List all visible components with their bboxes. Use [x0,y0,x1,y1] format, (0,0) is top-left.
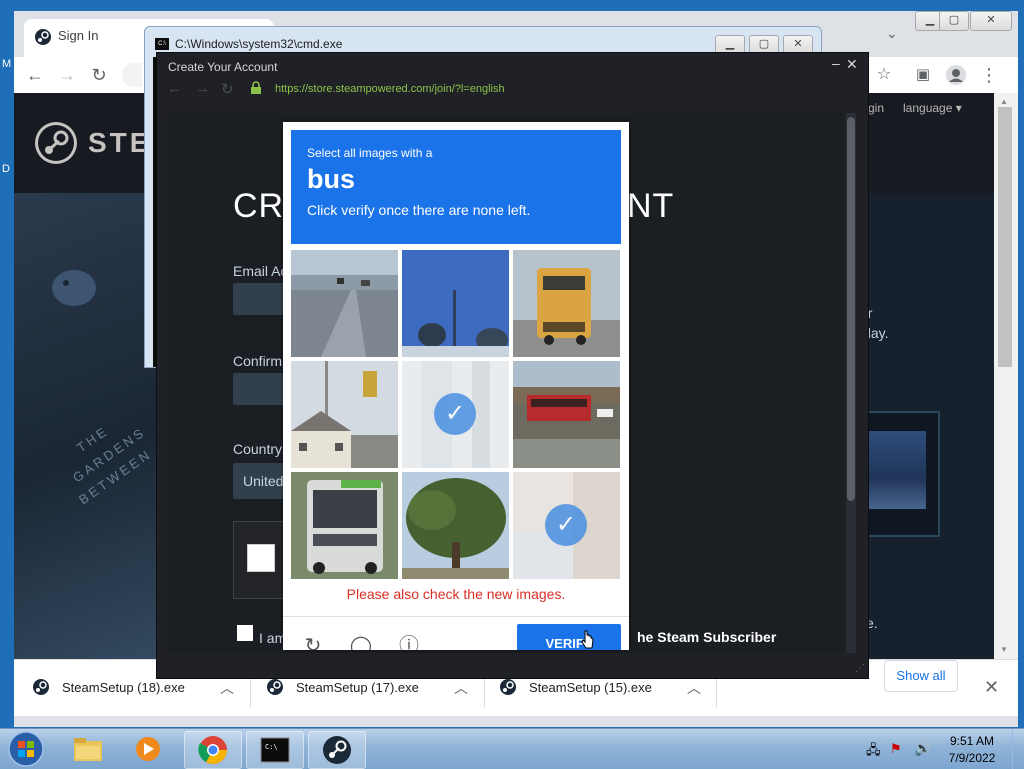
captcha-target-word: bus [307,164,356,194]
start-button[interactable] [6,730,46,768]
nav-back-icon[interactable]: ← [167,80,182,97]
chrome-maximize-button[interactable]: ▢ [939,11,969,31]
media-player-icon[interactable] [130,733,166,765]
steam-app-icon [323,736,351,764]
page-title-left: CR [233,187,285,225]
desktop-label-m: M [2,58,12,70]
recaptcha-checkbox[interactable] [247,544,275,572]
captcha-tile-school-bus[interactable] [513,250,620,357]
agree-checkbox[interactable] [237,625,253,641]
creature-art [52,270,96,306]
captcha-tile-selected[interactable]: ✓ [513,472,620,579]
captcha-tile-sky-pole[interactable] [402,250,509,357]
desktop-label-d: D [2,163,10,175]
download-options-chevron-icon[interactable]: ︿ [454,678,468,698]
steam-file-icon [32,678,50,696]
bookmark-star-icon[interactable]: ☆ [873,64,895,86]
cmd-taskbar-button[interactable]: C:\ [246,731,304,769]
captcha-tile-traffic-light[interactable] [291,361,398,468]
side-panel-icon[interactable]: ▣ [912,64,934,86]
cmd-icon: C:\ [260,737,290,763]
captcha-instruction: Select all images with a [307,146,433,160]
captcha-hint: Click verify once there are none left. [307,202,531,218]
verify-button[interactable]: VERIFY [517,624,621,650]
steam-file-icon [499,678,517,696]
download-name: SteamSetup (17).exe [296,680,419,695]
show-desktop-button[interactable] [1012,729,1024,769]
steam-logo-icon[interactable] [34,121,78,165]
language-label: language [903,101,953,115]
chrome-taskbar-button[interactable] [184,731,242,769]
steam-favicon-icon [34,28,52,46]
steam-taskbar-button[interactable] [308,731,366,769]
country-value: United [243,473,284,489]
confirm-label: Confirm [233,353,283,369]
cmd-title: C:\Windows\system32\cmd.exe [175,37,343,51]
agree-text-right: he Steam Subscriber [637,629,777,645]
audio-challenge-icon[interactable]: ◯ [349,634,373,650]
scroll-down-icon[interactable]: ▼ [1000,645,1008,654]
address-bar[interactable] [122,63,142,87]
captcha-error-text: Please also check the new images. [346,586,566,602]
nav-forward-icon[interactable]: → [195,80,210,97]
window-title: Create Your Account [168,60,278,74]
window-url: https://store.steampowered.com/join/?l=e… [275,83,505,95]
volume-icon[interactable]: 🔊 [914,740,931,757]
file-explorer-icon[interactable] [70,733,106,765]
window-close-button[interactable]: ✕ [846,56,858,73]
network-icon[interactable]: 🖧 [866,741,881,763]
page-scrollbar[interactable]: ▲ ▼ [994,93,1018,659]
window-scroll-thumb[interactable] [847,117,855,501]
chrome-icon [198,736,227,764]
back-icon[interactable]: ← [24,64,46,86]
page-title-right: NT [627,187,675,225]
chrome-menu-icon[interactable]: ⋮ [978,64,1000,86]
chrome-close-button[interactable]: ✕ [970,11,1012,31]
captcha-tile-red-bus[interactable] [513,361,620,468]
tab-search-chevron-icon[interactable]: ⌄ [886,25,898,42]
tab-title: Sign In [58,28,99,43]
svg-text:C:\: C:\ [265,743,278,751]
gardens-between-art: THE GARDENS BETWEEN [14,193,164,659]
window-minimize-button[interactable]: – [832,55,840,71]
download-name: SteamSetup (15).exe [529,680,652,695]
lock-icon [249,81,263,95]
nav-reload-icon[interactable]: ↻ [221,80,234,98]
scroll-up-icon[interactable]: ▲ [1000,97,1008,106]
selected-check-icon: ✓ [545,504,587,546]
captcha-tile-city-bus[interactable] [291,472,398,579]
info-icon[interactable]: ⓘ [397,634,421,650]
recaptcha-box [233,521,289,599]
scroll-thumb[interactable] [998,107,1012,367]
steam-file-icon [266,678,284,696]
action-center-flag-icon[interactable]: ⚑ [890,741,902,757]
language-dropdown[interactable]: language ▾ [903,101,962,115]
country-label: Country [233,441,283,457]
clock-time[interactable]: 9:51 AM [940,734,1004,748]
download-options-chevron-icon[interactable]: ︿ [687,678,701,698]
captcha-tile-selected[interactable]: ✓ [402,361,509,468]
taskbar: C:\ 🖧 ⚑ 🔊 9:51 AM 7/9/2022 [0,728,1024,769]
captcha-tile-highway[interactable] [291,250,398,357]
download-options-chevron-icon[interactable]: ︿ [220,678,234,698]
mouse-cursor-icon [581,630,595,650]
selected-check-icon: ✓ [434,393,476,435]
login-link[interactable]: gin [868,101,884,115]
captcha-footer-divider [283,616,629,617]
captcha-tile-tree[interactable] [402,472,509,579]
reload-icon[interactable]: ↻ [88,64,110,86]
show-all-button[interactable]: Show all [884,660,958,692]
profile-avatar-icon[interactable] [946,65,966,85]
captcha-challenge: Select all images with a bus Click verif… [283,122,629,650]
resize-grip-icon[interactable]: ⋰ [855,663,865,674]
cmd-app-icon: C:\ [155,38,169,50]
clock-date[interactable]: 7/9/2022 [940,751,1004,765]
reload-challenge-icon[interactable]: ↻ [301,634,325,650]
download-name: SteamSetup (18).exe [62,680,185,695]
promo-thumbnail-image [868,431,926,509]
close-download-bar-icon[interactable]: ✕ [984,677,999,698]
forward-icon[interactable]: → [56,64,78,86]
email-label: Email Ac [233,263,288,279]
